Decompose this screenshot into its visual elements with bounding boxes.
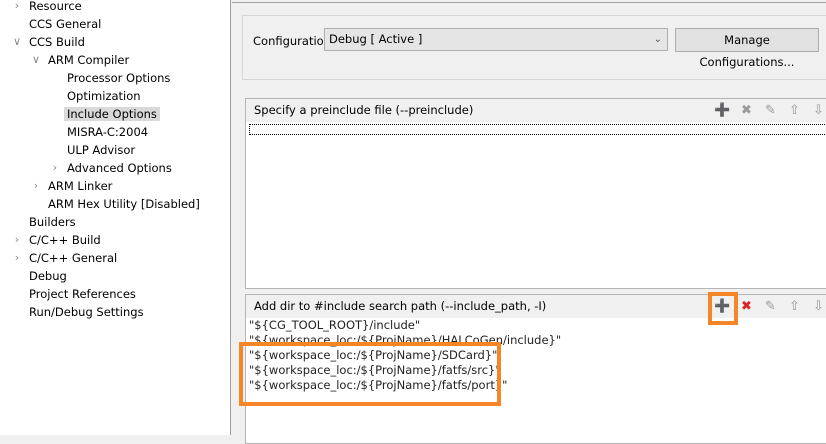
tree-item[interactable]: MISRA-C:2004 bbox=[67, 123, 148, 141]
tree-item[interactable]: ∨ CCS Build bbox=[13, 33, 85, 51]
edit-icon[interactable]: ✎ bbox=[762, 102, 779, 119]
tree-item-label: Debug bbox=[29, 269, 67, 283]
tree-item-label: ARM Hex Utility [Disabled] bbox=[48, 197, 200, 211]
tree-item[interactable]: › C/C++ Build bbox=[15, 231, 101, 249]
preinclude-list[interactable] bbox=[249, 124, 826, 135]
chevron-right-icon[interactable]: › bbox=[49, 159, 61, 177]
move-up-icon[interactable]: ⇧ bbox=[786, 298, 803, 315]
tree-item[interactable]: Optimization bbox=[67, 87, 141, 105]
chevron-right-icon[interactable]: › bbox=[30, 177, 42, 195]
tree-item[interactable]: Project References bbox=[29, 285, 136, 303]
include-path-entry[interactable]: "${workspace_loc:/${ProjName}/fatfs/src}… bbox=[246, 363, 826, 378]
include-path-entry[interactable]: "${workspace_loc:/${ProjName}/SDCard}" bbox=[246, 348, 826, 363]
chevron-right-icon[interactable]: › bbox=[11, 231, 23, 249]
configuration-select[interactable]: Debug [ Active ] ⌄ bbox=[324, 28, 668, 51]
tree-item[interactable]: Builders bbox=[29, 213, 76, 231]
tree-item[interactable]: › C/C++ General bbox=[15, 249, 118, 267]
delete-icon[interactable]: ✖ bbox=[738, 298, 755, 315]
edit-icon[interactable]: ✎ bbox=[762, 298, 779, 315]
include-path-list[interactable]: "${CG_TOOL_ROOT}/include" "${workspace_lo… bbox=[246, 318, 826, 393]
preinclude-panel: Specify a preinclude file (--preinclude)… bbox=[245, 98, 826, 289]
tree-item[interactable]: Include Options bbox=[64, 105, 160, 123]
tree-item-label: Advanced Options bbox=[67, 161, 172, 175]
tree-item-label: MISRA-C:2004 bbox=[67, 125, 149, 139]
include-path-panel: Add dir to #include search path (--inclu… bbox=[245, 294, 826, 444]
chevron-down-icon: ⌄ bbox=[653, 34, 662, 45]
tree-item-label: Include Options bbox=[64, 107, 160, 121]
tree-item-label: Processor Options bbox=[67, 71, 171, 85]
add-icon[interactable]: ➕ bbox=[714, 102, 731, 119]
chevron-right-icon[interactable]: › bbox=[11, 249, 23, 267]
include-path-entry[interactable]: "${workspace_loc:/${ProjName}/fatfs/port… bbox=[246, 378, 826, 393]
tree-item[interactable]: Run/Debug Settings bbox=[29, 303, 144, 321]
tree-item-label: Optimization bbox=[67, 89, 141, 103]
tree-item-label: CCS General bbox=[29, 17, 102, 31]
tree-item-label: ULP Advisor bbox=[67, 143, 136, 157]
tree-item-label: Project References bbox=[29, 287, 136, 301]
manage-configurations-button[interactable]: Manage Configurations... bbox=[675, 28, 819, 69]
tree-item[interactable]: ∨ ARM Compiler bbox=[32, 51, 130, 69]
tree-item-label: Run/Debug Settings bbox=[29, 305, 144, 319]
preinclude-title: Specify a preinclude file (--preinclude) bbox=[254, 103, 474, 117]
divider bbox=[232, 2, 826, 3]
tree-item-label: Resource bbox=[29, 0, 82, 13]
tree-item-label: C/C++ General bbox=[29, 251, 118, 265]
tree-item-label: ARM Compiler bbox=[48, 53, 130, 67]
tree-item[interactable]: ARM Hex Utility [Disabled] bbox=[48, 195, 200, 213]
chevron-down-icon[interactable]: ∨ bbox=[11, 33, 23, 51]
configuration-value: Debug [ Active ] bbox=[329, 32, 423, 46]
tree-item[interactable]: Processor Options bbox=[67, 69, 170, 87]
tree-item-label: CCS Build bbox=[29, 35, 85, 49]
tree-item[interactable]: › Resource bbox=[15, 0, 82, 15]
tree-item[interactable]: Debug bbox=[29, 267, 67, 285]
tree-item[interactable]: CCS General bbox=[29, 15, 101, 33]
tree-item[interactable]: › ARM Linker bbox=[34, 177, 113, 195]
move-down-icon[interactable]: ⇩ bbox=[810, 298, 826, 315]
tree-item[interactable]: ULP Advisor bbox=[67, 141, 135, 159]
include-path-title: Add dir to #include search path (--inclu… bbox=[254, 299, 547, 313]
move-down-icon[interactable]: ⇩ bbox=[810, 102, 826, 119]
delete-icon[interactable]: ✖ bbox=[738, 102, 755, 119]
tree-item-label: C/C++ Build bbox=[29, 233, 101, 247]
chevron-down-icon[interactable]: ∨ bbox=[30, 51, 42, 69]
move-up-icon[interactable]: ⇧ bbox=[786, 102, 803, 119]
tree-item-label: Builders bbox=[29, 215, 76, 229]
tree-item-label: ARM Linker bbox=[48, 179, 113, 193]
configuration-label: Configuration: bbox=[253, 34, 335, 48]
chevron-right-icon[interactable]: › bbox=[11, 0, 23, 15]
property-tree[interactable]: › Resource CCS General ∨ CCS Build ∨ ARM Compi… bbox=[0, 0, 231, 435]
tree-item[interactable]: › Advanced Options bbox=[53, 159, 172, 177]
include-path-entry[interactable]: "${workspace_loc:/${ProjName}/HALCoGen/i… bbox=[246, 333, 826, 348]
include-path-entry[interactable]: "${CG_TOOL_ROOT}/include" bbox=[246, 318, 826, 333]
add-icon[interactable]: ➕ bbox=[714, 298, 731, 315]
